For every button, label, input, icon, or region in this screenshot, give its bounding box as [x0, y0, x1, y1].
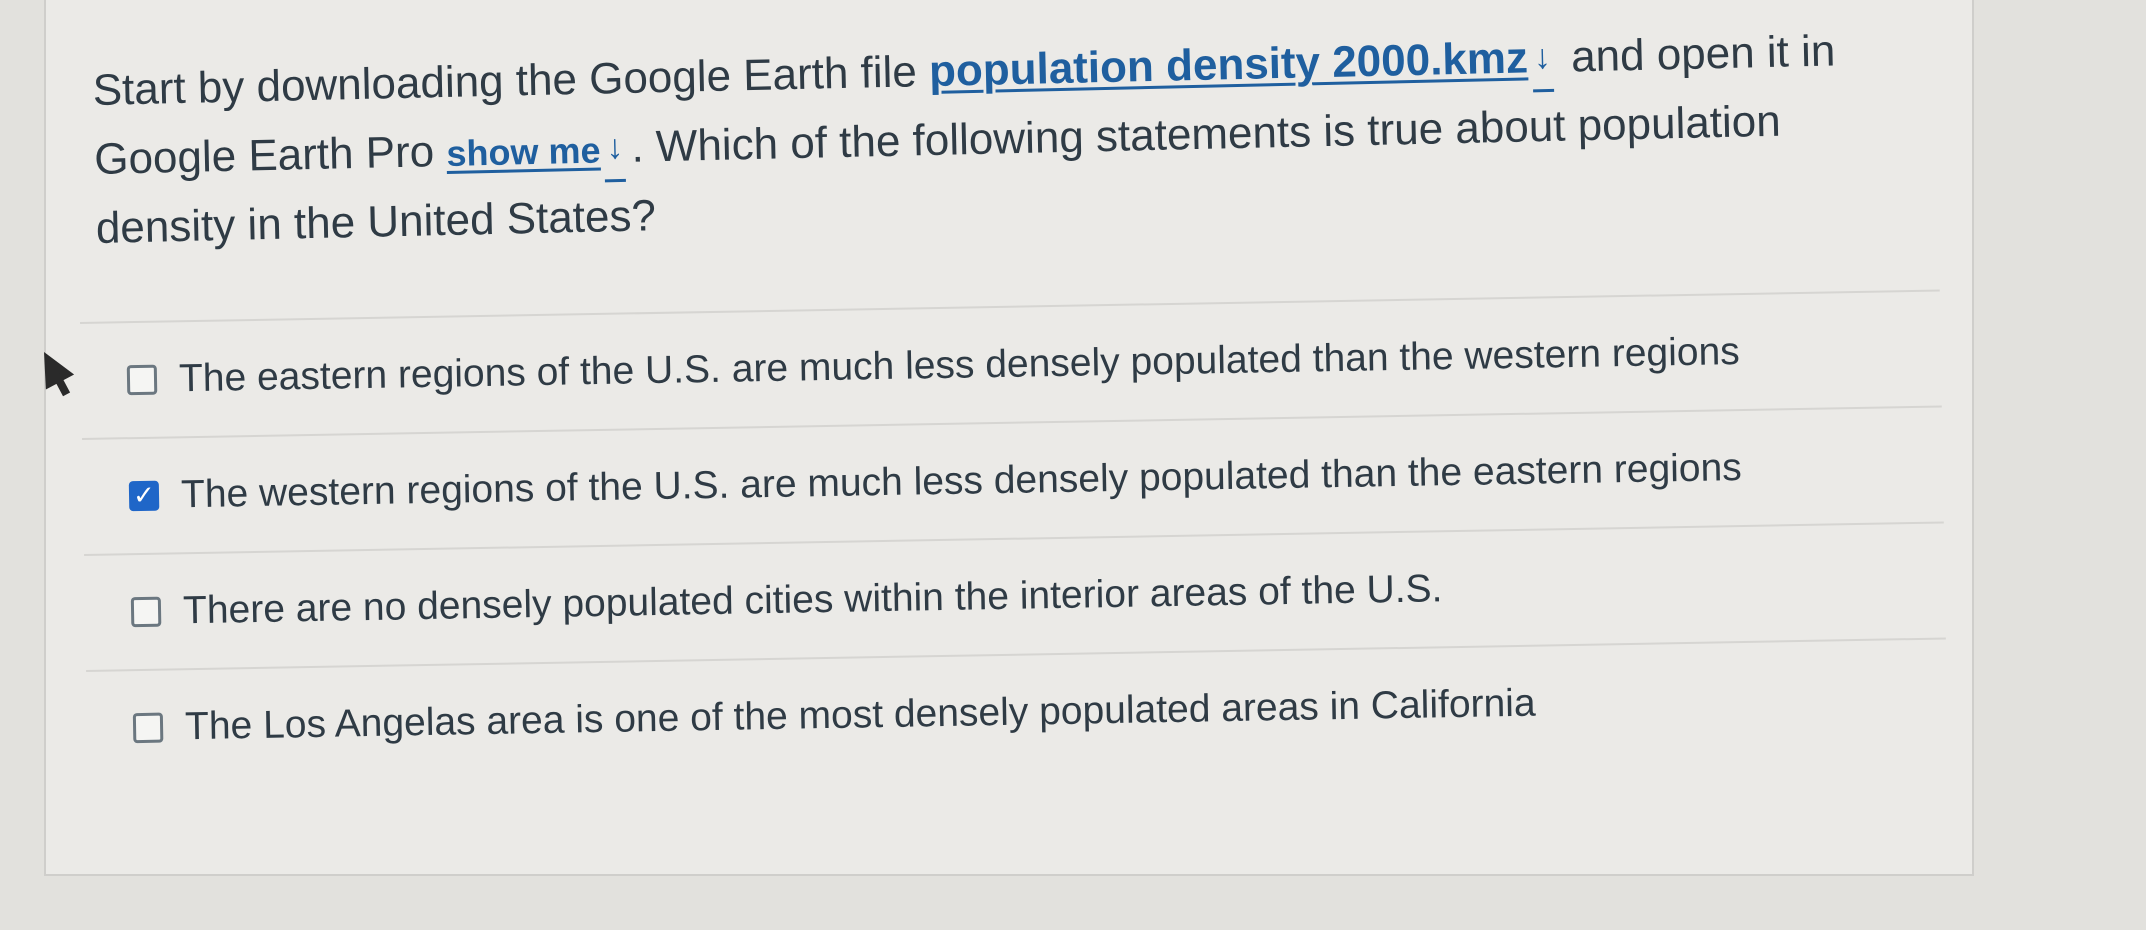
question-intro: Start by downloading the Google Earth fi…: [92, 47, 930, 115]
download-icon[interactable]: ↓: [1533, 24, 1551, 90]
checkbox-icon[interactable]: [132, 712, 164, 744]
show-me-link[interactable]: show me: [446, 129, 601, 173]
checkbox-checked-icon[interactable]: ✓: [128, 480, 160, 512]
checkbox-icon[interactable]: [126, 364, 158, 396]
checkbox-icon[interactable]: [130, 596, 162, 628]
checkmark-icon: ✓: [132, 480, 156, 512]
answer-label: There are no densely populated cities wi…: [182, 567, 1443, 633]
question-text: Start by downloading the Google Earth fi…: [92, 17, 1886, 262]
answer-list: The eastern regions of the U.S. are much…: [80, 289, 1948, 786]
answer-label: The Los Angelas area is one of the most …: [184, 681, 1536, 749]
download-icon[interactable]: ↓: [606, 114, 624, 180]
answer-label: The eastern regions of the U.S. are much…: [178, 330, 1741, 401]
file-download-link[interactable]: population density 2000.kmz: [928, 33, 1528, 96]
answer-label: The western regions of the U.S. are much…: [180, 446, 1743, 517]
question-card: Start by downloading the Google Earth fi…: [44, 0, 1974, 876]
